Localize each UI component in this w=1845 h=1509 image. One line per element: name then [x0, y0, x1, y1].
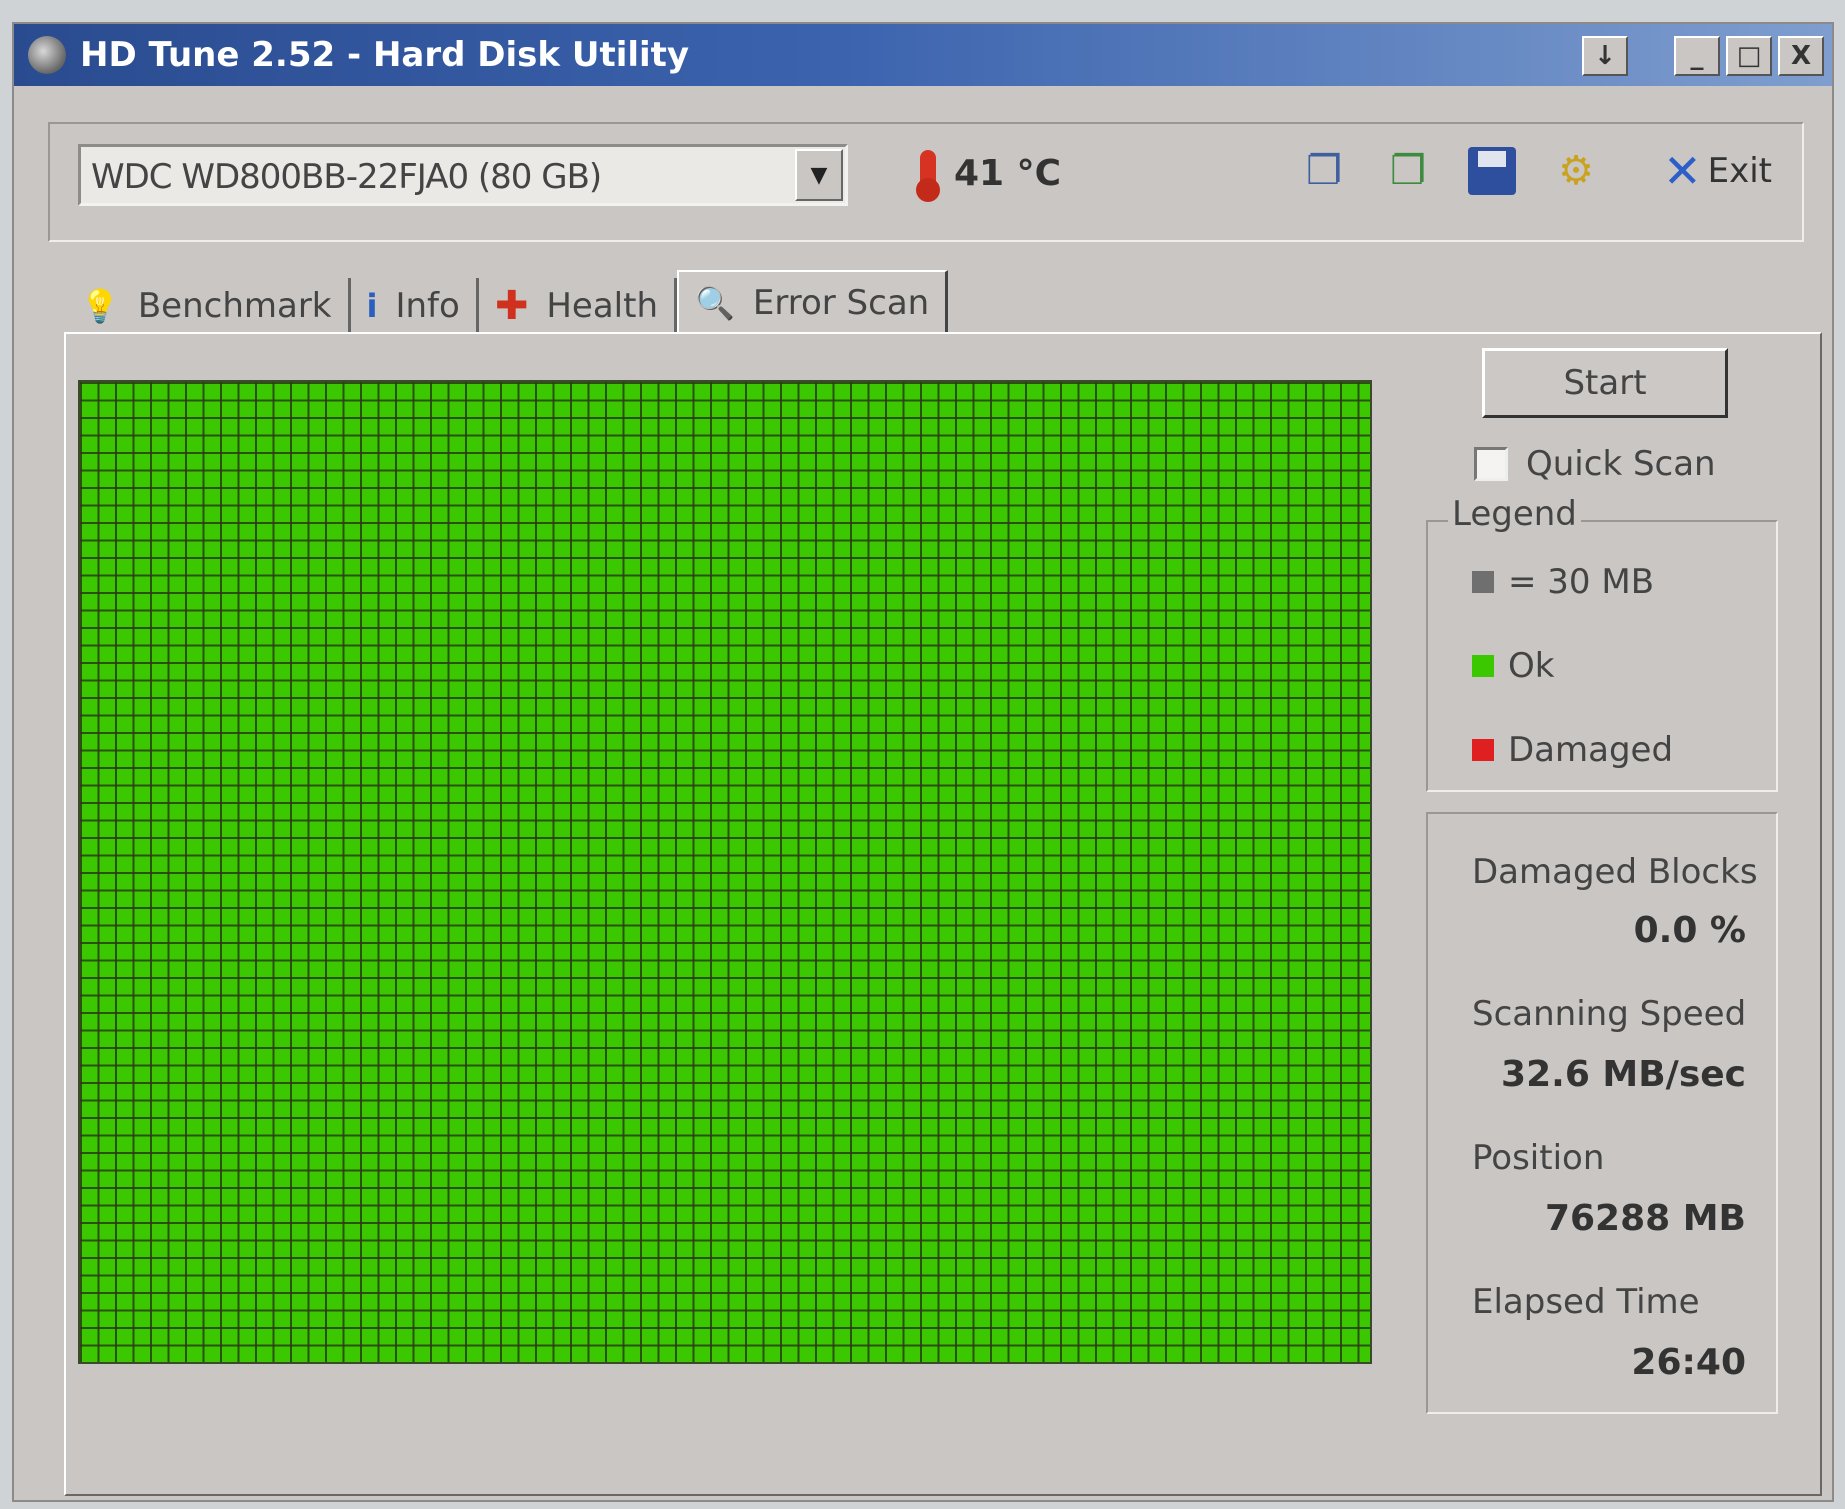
- tab-label: Benchmark: [137, 286, 332, 326]
- toolbar: WDC WD800BB-22FJA0 (80 GB) ▼ 41 °C ❐ ❐ ⚙…: [48, 122, 1804, 242]
- thermometer-icon: [916, 150, 940, 202]
- chevron-down-icon[interactable]: ▼: [795, 149, 843, 201]
- legend-block-size: = 30 MB: [1472, 562, 1654, 602]
- legend-damaged: Damaged: [1472, 730, 1673, 770]
- elapsed-time-label: Elapsed Time: [1472, 1282, 1700, 1322]
- start-button[interactable]: Start: [1482, 348, 1728, 418]
- quick-scan-option[interactable]: Quick Scan: [1474, 444, 1716, 484]
- quick-scan-label: Quick Scan: [1526, 444, 1716, 484]
- exit-button[interactable]: ✕ Exit: [1663, 144, 1772, 198]
- toolbar-actions: ❐ ❐ ⚙ ✕ Exit: [1297, 144, 1772, 198]
- damaged-swatch: [1472, 739, 1494, 761]
- legend-ok: Ok: [1472, 646, 1554, 686]
- legend-title: Legend: [1448, 494, 1581, 534]
- scanning-speed-value: 32.6 MB/sec: [1501, 1054, 1746, 1095]
- legend-box: Legend = 30 MB Ok Damaged: [1426, 494, 1778, 792]
- copy-screenshot-icon[interactable]: ❐: [1381, 144, 1435, 198]
- download-button[interactable]: ↓: [1582, 36, 1628, 76]
- quick-scan-checkbox[interactable]: [1474, 447, 1508, 481]
- tab-label: Health: [546, 286, 659, 326]
- magnifier-icon: 🔍: [695, 284, 735, 322]
- tab-benchmark[interactable]: 💡 Benchmark: [64, 278, 351, 334]
- drive-select[interactable]: WDC WD800BB-22FJA0 (80 GB) ▼: [78, 144, 848, 206]
- save-icon: [1468, 147, 1517, 195]
- exit-icon: ✕: [1663, 144, 1702, 198]
- info-icon: i: [366, 287, 378, 325]
- close-button[interactable]: X: [1778, 36, 1824, 76]
- tab-bar: 💡 Benchmark i Info ✚ Health 🔍 Error Scan: [64, 270, 949, 334]
- elapsed-time-value: 26:40: [1631, 1342, 1746, 1383]
- window-controls: ↓ _ □ X: [1582, 36, 1824, 76]
- tab-label: Error Scan: [752, 283, 930, 323]
- lightbulb-icon: 💡: [80, 287, 120, 325]
- exit-label: Exit: [1707, 151, 1772, 191]
- title-bar: HD Tune 2.52 - Hard Disk Utility ↓ _ □ X: [14, 24, 1832, 86]
- drive-select-value: WDC WD800BB-22FJA0 (80 GB): [91, 157, 602, 197]
- temperature-value: 41 °C: [954, 152, 1062, 194]
- scanning-speed-label: Scanning Speed: [1472, 994, 1747, 1034]
- scan-block-grid: [78, 380, 1372, 1364]
- hdtune-logo-icon: [28, 36, 66, 74]
- position-value: 76288 MB: [1544, 1198, 1746, 1239]
- minimize-button[interactable]: _: [1674, 36, 1720, 76]
- legend-ok-label: Ok: [1508, 646, 1555, 686]
- options-icon[interactable]: ⚙: [1549, 144, 1603, 198]
- position-label: Position: [1472, 1138, 1605, 1178]
- save-button[interactable]: [1465, 144, 1519, 198]
- copy-info-icon[interactable]: ❐: [1297, 144, 1351, 198]
- tab-info[interactable]: i Info: [351, 278, 479, 334]
- ok-swatch: [1472, 655, 1494, 677]
- tab-error-scan[interactable]: 🔍 Error Scan: [677, 270, 949, 334]
- block-swatch: [1472, 571, 1494, 593]
- damaged-blocks-value: 0.0 %: [1633, 910, 1746, 951]
- legend-block-size-label: = 30 MB: [1508, 562, 1655, 602]
- damaged-blocks-label: Damaged Blocks: [1472, 852, 1758, 892]
- tab-label: Info: [395, 286, 460, 326]
- legend-damaged-label: Damaged: [1508, 730, 1674, 770]
- scan-stats: Damaged Blocks 0.0 % Scanning Speed 32.6…: [1426, 812, 1778, 1414]
- maximize-button[interactable]: □: [1726, 36, 1772, 76]
- health-cross-icon: ✚: [494, 283, 529, 329]
- tab-health[interactable]: ✚ Health: [479, 278, 678, 334]
- window-title: HD Tune 2.52 - Hard Disk Utility: [80, 35, 690, 75]
- temperature-readout: 41 °C: [916, 150, 1062, 202]
